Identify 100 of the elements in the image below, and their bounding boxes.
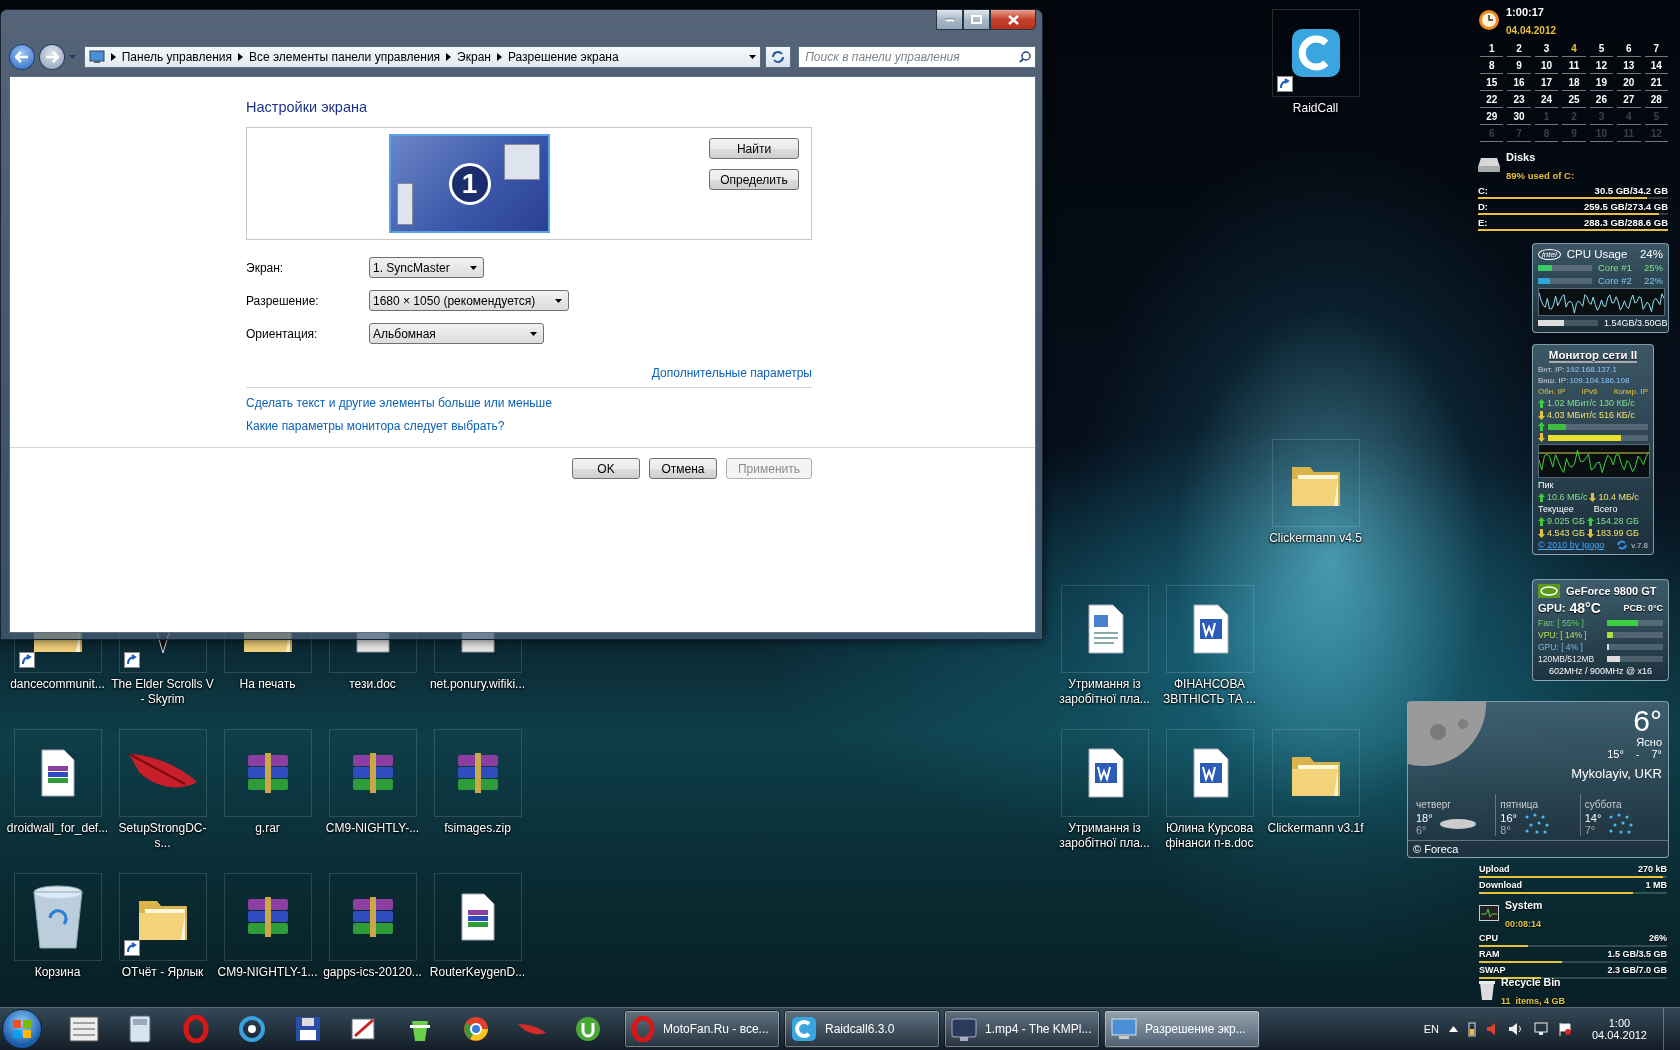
desktop-icon-tile[interactable] [13, 729, 102, 817]
calendar-day[interactable]: 25 [1562, 92, 1586, 108]
speaker-icon[interactable] [1485, 1022, 1498, 1036]
calendar-day[interactable]: 1 [1480, 41, 1504, 57]
calendar-day[interactable]: 22 [1480, 92, 1504, 108]
taskbar-task[interactable]: Raidcall6.3.0 [784, 1010, 940, 1048]
search-field[interactable]: Поиск в панели управления [798, 46, 1036, 68]
desktop-icon-tile[interactable] [118, 873, 207, 961]
calendar-day[interactable]: 13 [1617, 58, 1641, 74]
taskbar-task[interactable]: 1.mp4 - The KMPl... [944, 1010, 1100, 1048]
network-action[interactable]: Копир. IP [1613, 387, 1648, 396]
chevron-icon[interactable] [110, 53, 116, 61]
desktop-icon-tile[interactable] [223, 729, 312, 817]
forward-button[interactable] [38, 44, 65, 70]
desktop-icon-label: dancecommunit... [10, 677, 105, 692]
credit-link[interactable]: © 2010 by Igogo [1538, 540, 1605, 550]
minimize-button[interactable] [936, 10, 963, 30]
desktop-icon-tile[interactable] [223, 873, 312, 961]
desktop-icon-tile[interactable] [433, 729, 522, 817]
network-action[interactable]: Обн. IP [1538, 387, 1566, 396]
calendar-day[interactable]: 2 [1507, 41, 1531, 57]
flag-icon[interactable] [1557, 1022, 1572, 1036]
help-link[interactable]: Какие параметры монитора следует выбрать? [246, 419, 505, 433]
battery-icon[interactable] [1467, 1021, 1476, 1037]
calendar-day[interactable]: 10 [1534, 58, 1559, 74]
address-bar[interactable]: Панель управления Все элементы панели управления Экран Разрешение экрана [83, 46, 762, 68]
caret-icon [749, 55, 757, 59]
network-icon[interactable] [1533, 1022, 1548, 1036]
taskbar-task[interactable]: Разрешение экр... [1104, 1010, 1260, 1048]
desktop-icon-tile[interactable] [328, 729, 417, 817]
dialog-button[interactable]: Отмена [649, 458, 717, 479]
chevron-icon[interactable] [496, 53, 502, 61]
calendar-day[interactable]: 21 [1644, 75, 1668, 91]
calendar-day[interactable]: 5 [1589, 41, 1614, 57]
dialog-button[interactable]: OK [572, 458, 640, 479]
breadcrumb-item[interactable]: Панель управления [121, 50, 232, 64]
recycle-bin-title: Recycle Bin [1501, 976, 1561, 988]
desktop-icon-tile[interactable] [1165, 585, 1254, 673]
desktop-icon-tile[interactable] [118, 729, 207, 817]
desktop-icon-tile[interactable] [1060, 585, 1149, 673]
breadcrumb-item[interactable]: Экран [457, 50, 491, 64]
calendar-day[interactable]: 28 [1644, 92, 1668, 108]
volume-icon[interactable] [1507, 1022, 1524, 1036]
calendar-day[interactable]: 11 [1562, 58, 1586, 74]
calendar-day[interactable]: 23 [1507, 92, 1531, 108]
preview-button[interactable]: Определить [709, 169, 799, 190]
desktop-icon-tile[interactable] [1060, 729, 1149, 817]
monitor-thumbnail[interactable]: 1 [389, 134, 550, 233]
calendar-day[interactable]: 12 [1589, 58, 1614, 74]
close-button[interactable] [990, 10, 1036, 30]
desktop-icon-tile[interactable] [13, 873, 102, 961]
breadcrumb-item[interactable]: Разрешение экрана [507, 50, 619, 64]
desktop-icon-tile[interactable] [433, 873, 522, 961]
breadcrumb-item[interactable]: Все элементы панели управления [248, 50, 441, 64]
advanced-settings-link[interactable]: Дополнительные параметры [651, 366, 812, 380]
desktop-icon-tile[interactable] [1271, 9, 1360, 97]
desktop-icon-tile[interactable] [328, 873, 417, 961]
refresh-icon[interactable] [1617, 540, 1628, 550]
maximize-button[interactable] [963, 10, 990, 30]
calendar-day[interactable]: 17 [1534, 75, 1559, 91]
dropdown[interactable]: 1. SyncMaster [369, 257, 484, 278]
calendar-day[interactable]: 29 [1480, 109, 1504, 125]
calendar-day[interactable]: 18 [1562, 75, 1586, 91]
language-indicator[interactable]: EN [1423, 1023, 1439, 1035]
calendar-day[interactable]: 3 [1534, 41, 1559, 57]
dropdown[interactable]: 1680 × 1050 (рекомендуется) [369, 290, 570, 311]
preview-button[interactable]: Найти [709, 138, 799, 159]
desktop-icon-tile[interactable] [1271, 439, 1360, 527]
chevron-icon[interactable] [446, 53, 452, 61]
taskbar-task[interactable]: MotoFan.Ru - все... [624, 1010, 780, 1048]
refresh-button[interactable] [765, 46, 792, 68]
taskbar-clock[interactable]: 1:00 04.04.2012 [1591, 1017, 1647, 1041]
show-hidden-icons-icon[interactable] [1448, 1026, 1458, 1032]
calendar-day[interactable]: 6 [1617, 41, 1641, 57]
calendar-day[interactable]: 15 [1480, 75, 1504, 91]
calendar-day[interactable]: 16 [1507, 75, 1531, 91]
calendar-day[interactable]: 19 [1589, 75, 1614, 91]
calendar-day[interactable]: 14 [1644, 58, 1668, 74]
up-arrow-icon [1538, 398, 1545, 408]
desktop-icon-tile[interactable] [1271, 729, 1360, 817]
desktop-icon-tile[interactable] [1165, 729, 1254, 817]
desktop-icon-label: SetupStrongDC-s... [117, 821, 208, 851]
calendar-day[interactable]: 7 [1644, 41, 1668, 57]
down-arrow-icon [1538, 433, 1545, 442]
down-arrow-icon [1538, 410, 1545, 420]
chevron-icon[interactable] [237, 53, 243, 61]
calendar-day[interactable]: 26 [1589, 92, 1614, 108]
network-action[interactable]: IPv6 [1581, 387, 1598, 396]
calendar-day[interactable]: 4 [1562, 41, 1586, 57]
calendar-day[interactable]: 9 [1507, 58, 1531, 74]
calendar-day[interactable]: 24 [1534, 92, 1559, 108]
calendar-day[interactable]: 8 [1480, 58, 1504, 74]
back-button[interactable] [9, 44, 35, 70]
download-speed: 4.03 МБит/с 516 КБ/с [1547, 410, 1635, 420]
calendar-day[interactable]: 20 [1617, 75, 1641, 91]
start-button[interactable] [2, 1009, 42, 1049]
help-link[interactable]: Сделать текст и другие элементы больше или меньше [246, 396, 552, 410]
calendar-day[interactable]: 30 [1507, 109, 1531, 125]
calendar-day[interactable]: 27 [1617, 92, 1641, 108]
dropdown[interactable]: Альбомная [369, 323, 544, 344]
